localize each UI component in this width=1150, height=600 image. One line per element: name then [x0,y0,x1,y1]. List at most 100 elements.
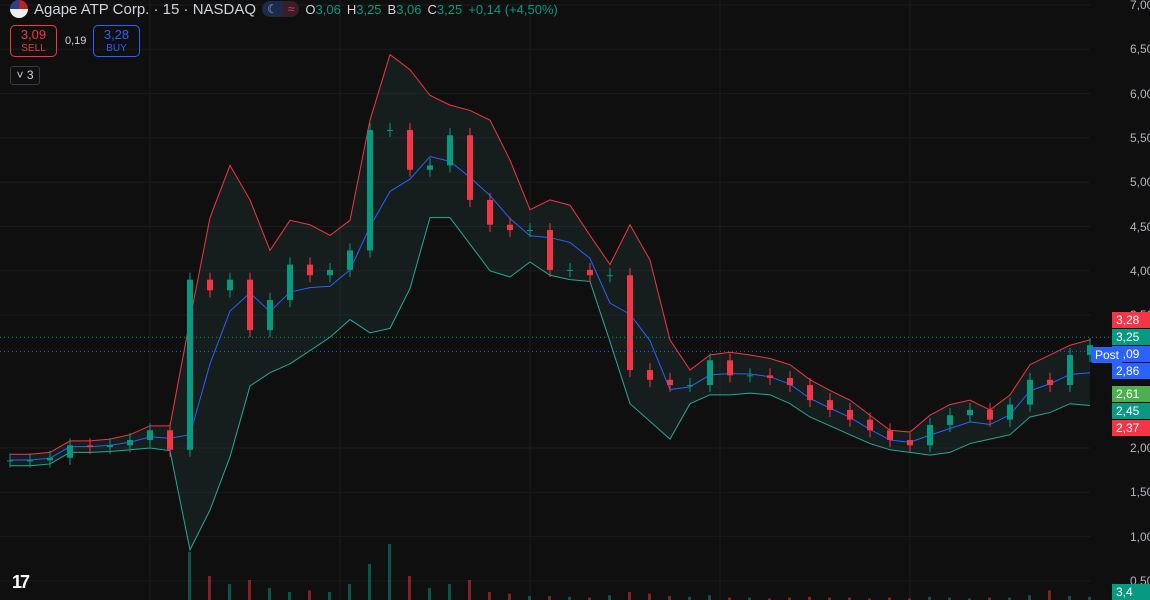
candle-body [347,250,353,270]
candle-body [827,400,833,410]
candle-body [147,430,153,441]
y-tick-label: 1,50 [1130,485,1150,500]
volume-bar [488,592,491,600]
price-label: 2,45 [1112,403,1150,419]
price-label: 2,86 [1112,363,1150,379]
volume-bar [328,592,331,600]
volume-bar [1068,596,1071,600]
volume-bar [268,588,271,600]
volume-bar [708,595,711,600]
price-label: 2,37 [1112,420,1150,436]
candle-body [267,300,273,331]
candle-body [887,430,893,441]
y-tick-label: 5,00 [1130,175,1150,190]
candle-body [507,224,513,231]
volume-bar [388,544,391,600]
moon-icon: ☾ [262,1,283,17]
candle-body [67,445,73,458]
open-label: O [305,1,316,17]
sell-label: SELL [21,43,46,54]
sell-button[interactable]: 3,09 SELL [10,25,57,57]
volume-bar [228,584,231,600]
candle-body [727,360,733,376]
candle-body [707,360,713,386]
candle-body [427,165,433,170]
buy-price: 3,28 [103,27,130,42]
chevron-down-icon: ˅ [16,68,24,82]
open-value: 3,06 [315,1,341,17]
close-label: C [427,1,437,17]
buy-label: BUY [106,43,127,54]
candle-body [287,264,293,301]
volume-bar [248,580,251,600]
symbol-title[interactable]: Agape ATP Corp. · 15 · NASDAQ [34,1,256,18]
candle-body [927,424,933,446]
candle-body [547,230,553,270]
candle-body [307,264,313,276]
y-tick-label: 6,50 [1130,42,1150,57]
volume-bar [208,576,211,600]
session-pill[interactable]: ☾ ≈ [262,1,300,17]
candle-body [567,269,573,271]
volume-bar [408,576,411,600]
low-label: B [387,1,397,17]
high-label: H [346,1,357,17]
ohlc-values: O3,06 H3,25 B3,06 C3,25 +0,14 (+4,50%) [305,2,557,17]
candle-body [867,419,873,431]
price-axis[interactable]: 7,006,506,005,505,004,504,003,502,001,50… [1090,0,1150,600]
us-flag-icon [10,0,28,18]
volume-bar [548,596,551,600]
volume-bar [648,593,651,600]
volume-bar [188,552,191,600]
price-label: 3,28 [1112,312,1150,328]
volume-bar [288,592,291,600]
bollinger-fill [10,54,1090,550]
y-tick-label: 4,50 [1130,219,1150,234]
volume-bar [1028,595,1031,600]
y-tick-label: 7,00 [1130,0,1150,12]
y-tick-label: 1,00 [1130,529,1150,544]
candle-body [467,135,473,200]
candle-body [947,415,953,425]
candle-body [647,370,653,380]
tradingview-logo[interactable]: 17 [12,572,30,593]
volume-label: 3,4 [1112,584,1150,600]
y-tick-label: 2,00 [1130,441,1150,455]
price-label: 2,61 [1112,386,1150,402]
volume-bar [608,595,611,600]
candle-body [627,275,633,371]
volume-bar [628,592,631,600]
volume-bar [448,584,451,600]
candle-body [447,135,453,166]
candle-body [407,129,413,170]
candle-body [7,460,13,462]
buy-button[interactable]: 3,28 BUY [93,25,140,57]
candle-body [587,269,593,276]
volume-bar [528,596,531,600]
candle-body [247,279,253,331]
candle-body [527,230,533,232]
candle-body [967,409,973,416]
close-value: 3,25 [436,1,463,17]
volume-bar [1048,590,1051,600]
y-tick-label: 6,00 [1130,86,1150,101]
price-label: 3,25 [1112,329,1150,345]
candle-body [807,385,813,401]
candle-body [187,279,193,450]
candle-body [667,379,673,386]
volume-bar [348,584,351,600]
candle-body [27,460,33,462]
volume-bar [308,590,311,600]
spread-value: 0,19 [65,35,87,47]
indicators-toggle[interactable]: ˅ 3 [10,66,40,85]
volume-bar [368,564,371,600]
candle-body [207,279,213,291]
sell-price: 3,09 [20,27,47,42]
candle-body [787,378,793,386]
candle-body [907,440,913,446]
candle-body [47,457,53,461]
volume-bar [428,588,431,600]
candle-body [687,385,693,387]
price-chart[interactable] [0,0,1150,600]
indicator-count: 3 [26,68,34,82]
